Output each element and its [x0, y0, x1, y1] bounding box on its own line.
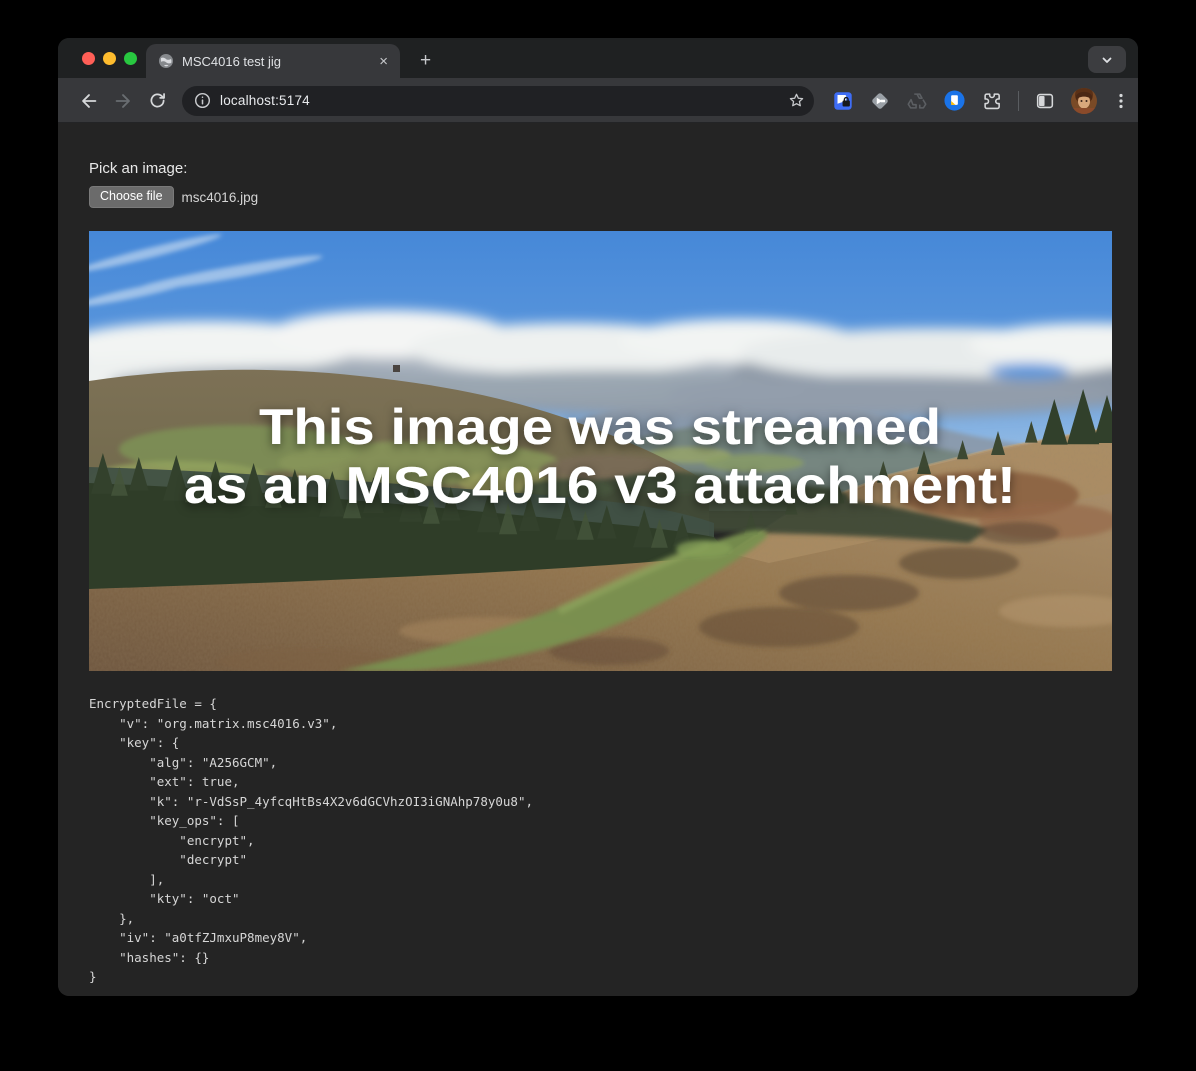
page-content: Pick an image: Choose file msc4016.jpg [58, 123, 1138, 996]
overlay-text-line1: This image was streamed [259, 399, 941, 455]
document-extension-icon[interactable] [943, 89, 966, 112]
chevron-down-icon [1100, 53, 1114, 67]
tab-favicon-globe-icon [158, 53, 174, 69]
toolbar-divider [1018, 91, 1019, 111]
diamond-arrow-extension-icon[interactable] [869, 90, 891, 112]
reload-button[interactable] [140, 84, 174, 118]
zoom-window-button[interactable] [124, 52, 137, 65]
forward-button[interactable] [106, 84, 140, 118]
browser-toolbar: localhost:5174 [58, 78, 1138, 123]
recycle-extension-icon[interactable] [906, 90, 928, 112]
side-panel-icon[interactable] [1034, 90, 1056, 112]
menu-kebab-icon[interactable] [1112, 92, 1130, 110]
encrypted-file-json: EncryptedFile = { "v": "org.matrix.msc40… [89, 694, 1112, 987]
selected-filename: msc4016.jpg [182, 190, 259, 205]
minimize-window-button[interactable] [103, 52, 116, 65]
back-button[interactable] [72, 84, 106, 118]
extensions-row [832, 88, 1130, 114]
tab-close-icon[interactable]: × [375, 52, 392, 71]
browser-window: MSC4016 test jig × + [58, 38, 1138, 996]
new-tab-button[interactable]: + [414, 50, 437, 72]
profile-avatar[interactable] [1071, 88, 1097, 114]
choose-file-button[interactable]: Choose file [89, 186, 174, 208]
address-bar[interactable]: localhost:5174 [182, 86, 814, 116]
tab-msc4016-test-jig[interactable]: MSC4016 test jig × [146, 44, 400, 78]
password-manager-extension-icon[interactable] [832, 90, 854, 112]
reload-icon [147, 90, 168, 111]
url-text[interactable]: localhost:5174 [220, 93, 778, 108]
picker-label: Pick an image: [89, 160, 1112, 177]
forward-arrow-icon [112, 90, 134, 112]
file-input: Choose file msc4016.jpg [89, 186, 1112, 208]
extensions-puzzle-icon[interactable] [981, 90, 1003, 112]
overlay-text-line2: as an MSC4016 v3 attachment! [184, 457, 1016, 515]
tab-title: MSC4016 test jig [182, 54, 367, 69]
streamed-image: This image was streamed as an MSC4016 v3… [89, 231, 1112, 671]
back-arrow-icon [78, 90, 100, 112]
tab-strip: MSC4016 test jig × + [58, 38, 1138, 78]
traffic-lights [82, 52, 137, 65]
site-info-icon[interactable] [194, 92, 211, 109]
tab-search-button[interactable] [1088, 46, 1126, 73]
close-window-button[interactable] [82, 52, 95, 65]
bookmark-star-icon[interactable] [787, 91, 806, 110]
